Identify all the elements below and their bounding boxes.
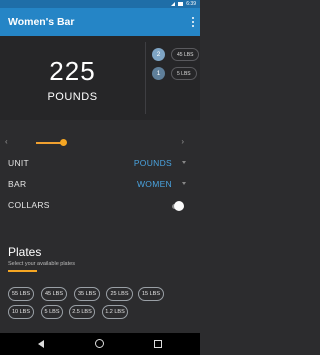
signal-icon [171,2,176,6]
plates-section: Plates Select your available plates 55 L… [0,235,200,330]
status-time: 6:39 [186,1,196,7]
status-bar: 6:39 [0,0,200,8]
back-icon[interactable] [38,340,44,348]
plate-toggle-25[interactable]: 25 LBS [106,287,133,301]
collars-setting[interactable]: COLLARS [8,200,188,214]
plate-toggle-55[interactable]: 55 LBS [8,287,34,301]
summary-divider [145,42,146,114]
overflow-menu-icon[interactable] [192,17,194,27]
home-icon[interactable] [95,339,104,348]
plates-underline [8,270,37,272]
chevron-right-icon[interactable]: › [181,137,184,146]
plate-toggle-2-5[interactable]: 2.5 LBS [69,305,95,319]
weight-slider-thumb[interactable] [60,139,67,146]
plate-count-row: 2 45 LBS [152,48,200,61]
plate-toggle-45[interactable]: 45 LBS [41,287,67,301]
plate-toggle-10[interactable]: 10 LBS [8,305,34,319]
plate-chip: 5 LBS [171,67,197,80]
recent-apps-icon[interactable] [154,340,162,348]
settings-panel: ‹ › UNIT POUNDS BAR WOMEN COLLARS [0,120,200,224]
plate-count-badge: 2 [152,48,165,61]
plate-count-row: 1 5 LBS [152,67,197,80]
weight-slider-track[interactable] [36,142,62,144]
unit-label: UNIT [8,158,30,168]
plate-toggle-35[interactable]: 35 LBS [74,287,100,301]
app-title: Women's Bar [8,16,75,28]
app-bar: Women's Bar [0,8,200,36]
chevron-down-icon[interactable] [182,161,186,164]
toggle-thumb [174,201,184,211]
navigation-bar [0,333,200,355]
bar-setting[interactable]: BAR WOMEN [8,179,188,193]
bar-label: BAR [8,179,27,189]
chevron-left-icon[interactable]: ‹ [5,137,8,146]
total-weight: 225 [49,56,96,86]
plate-toggle-15[interactable]: 15 LBS [138,287,164,301]
collars-label: COLLARS [8,200,50,210]
collars-toggle[interactable] [170,201,184,211]
weight-summary: 225 POUNDS 2 45 LBS 1 5 LBS [0,36,200,120]
unit-dropdown[interactable]: POUNDS [134,158,172,168]
plate-chip: 45 LBS [171,48,200,61]
plate-toggle-1-2[interactable]: 1.2 LBS [102,305,128,319]
plate-count-badge: 1 [152,67,165,80]
unit-setting[interactable]: UNIT POUNDS [8,158,188,172]
bar-dropdown[interactable]: WOMEN [137,179,172,189]
plates-title: Plates [8,245,42,259]
chevron-down-icon[interactable] [182,182,186,185]
plate-toggle-5[interactable]: 5 LBS [41,305,63,319]
weight-unit-label: POUNDS [47,91,98,103]
battery-icon [178,2,184,6]
plates-subtitle: Select your available plates [8,261,75,267]
